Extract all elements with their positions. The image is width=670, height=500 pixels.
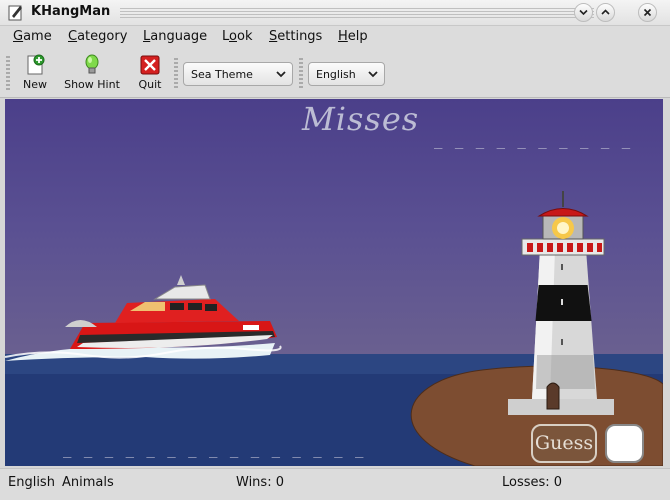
language-select[interactable]: English [308, 62, 385, 86]
lightbulb-icon [85, 54, 99, 74]
title-grip [120, 8, 594, 18]
menu-mnemonic: G [13, 29, 24, 44]
misses-label: Misses [302, 100, 420, 138]
menu-help[interactable]: Help [338, 29, 368, 44]
main-toolbar: New Show Hint Quit Sea Theme English [0, 50, 670, 98]
menu-language[interactable]: Language [143, 29, 207, 44]
chevron-down-icon [579, 9, 588, 16]
status-wins: Wins: 0 [236, 475, 284, 490]
status-losses: Losses: 0 [502, 475, 563, 490]
close-button[interactable] [638, 3, 657, 22]
toolbar-separator [299, 58, 303, 90]
sea-scene [5, 191, 663, 466]
game-area: Misses _ _ _ _ _ _ _ _ _ _ _ _ _ _ _ _ _… [5, 99, 663, 466]
quit-label: Quit [138, 78, 162, 91]
app-icon [8, 5, 22, 21]
new-document-icon [27, 54, 45, 75]
minimize-button[interactable] [574, 3, 593, 22]
toolbar-separator [174, 58, 178, 90]
window-title: KHangMan [31, 4, 111, 19]
guess-input[interactable] [605, 424, 644, 463]
menu-look[interactable]: Look [222, 29, 252, 44]
theme-select[interactable]: Sea Theme [183, 62, 293, 86]
menu-bar: Game Category Language Look Settings Hel… [0, 26, 670, 50]
menu-mnemonic: o [229, 29, 237, 44]
menu-game[interactable]: Game [13, 29, 52, 44]
quit-button[interactable]: Quit [134, 54, 166, 91]
guess-button[interactable]: Guess [531, 424, 597, 463]
status-bar: English Animals Wins: 0 Losses: 0 [0, 468, 670, 500]
close-icon [643, 8, 652, 17]
title-bar: KHangMan [0, 0, 670, 26]
chevron-up-icon [601, 9, 610, 15]
guess-label: Guess [534, 432, 594, 454]
language-select-value: English [316, 68, 356, 81]
show-hint-button[interactable]: Show Hint [62, 54, 122, 91]
menu-category[interactable]: Category [68, 29, 127, 44]
menu-settings[interactable]: Settings [269, 29, 322, 44]
menu-mnemonic: C [68, 29, 78, 44]
show-hint-label: Show Hint [64, 78, 120, 91]
status-category: Animals [62, 475, 114, 490]
misses-slots: _ _ _ _ _ _ _ _ _ _ [434, 133, 633, 149]
theme-select-value: Sea Theme [191, 68, 253, 81]
menu-mnemonic: H [338, 29, 348, 44]
toolbar-grip[interactable] [6, 56, 10, 90]
chevron-down-icon [276, 71, 286, 78]
quit-icon [140, 55, 160, 75]
status-language: English [8, 475, 55, 490]
chevron-down-icon [368, 71, 378, 78]
maximize-button[interactable] [596, 3, 615, 22]
new-button[interactable]: New [20, 54, 50, 91]
word-slots: _ _ _ _ _ _ _ _ _ _ _ _ _ _ _ [63, 442, 366, 458]
new-label: New [23, 78, 47, 91]
